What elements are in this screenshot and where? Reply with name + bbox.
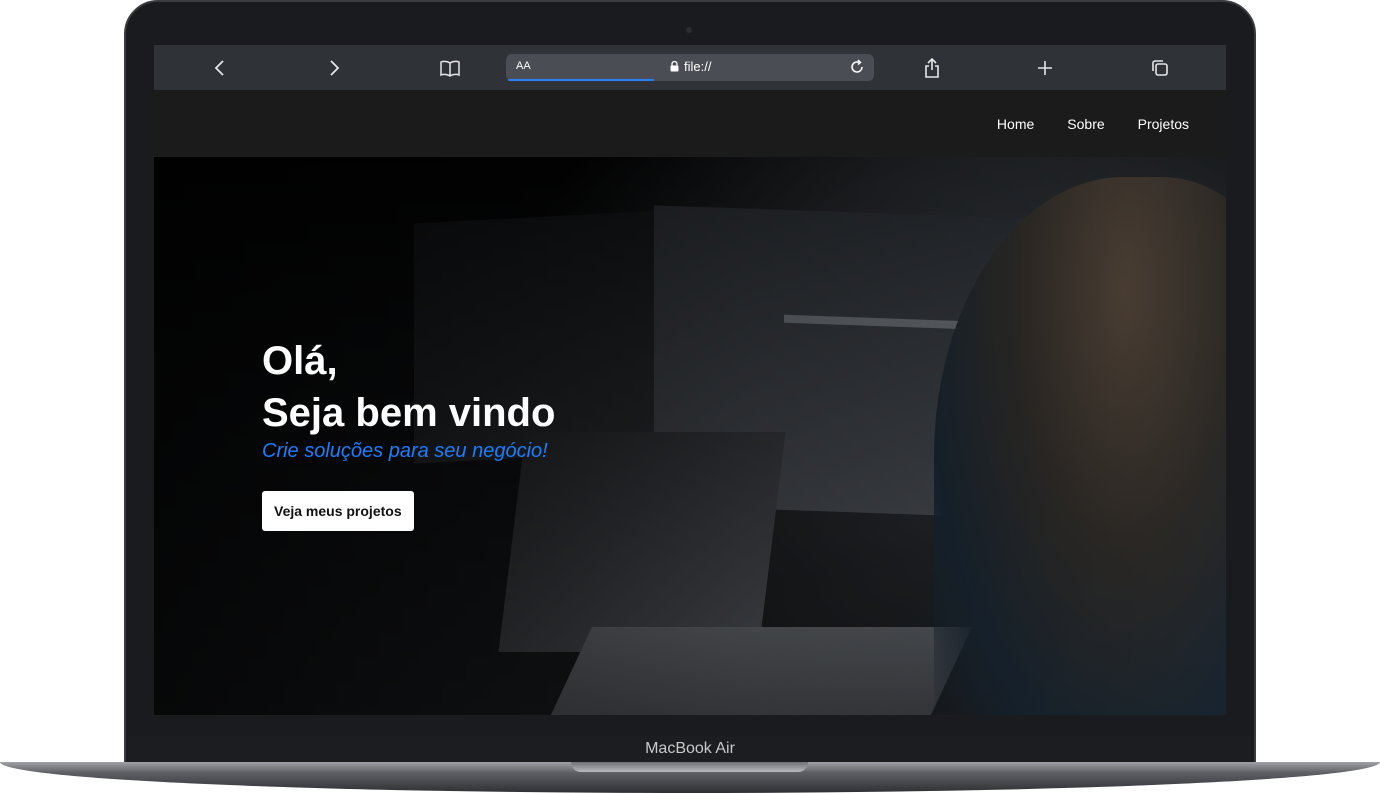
tabs-icon[interactable] <box>1146 54 1174 82</box>
url-text: file:// <box>684 59 712 74</box>
nav-item-projetos[interactable]: Projetos <box>1138 116 1189 132</box>
forward-icon[interactable] <box>320 54 348 82</box>
address-bar[interactable]: AA file:// <box>506 54 874 81</box>
view-projects-button[interactable]: Veja meus projetos <box>262 491 414 531</box>
macbook-mockup: AA file:// Home Sobre Projetos Olá, Seja… <box>0 0 1380 793</box>
url-display[interactable]: file:// <box>670 59 711 74</box>
hero-section: Olá, Seja bem vindo Crie soluções para s… <box>154 157 1226 715</box>
nav-item-home[interactable]: Home <box>997 116 1034 132</box>
bookmarks-icon[interactable] <box>436 54 464 82</box>
share-icon[interactable] <box>918 54 946 82</box>
hero-content: Olá, Seja bem vindo Crie soluções para s… <box>262 335 555 531</box>
hero-title: Seja bem vindo <box>262 391 556 435</box>
camera-icon <box>686 27 692 33</box>
nav-links: Home Sobre Projetos <box>997 116 1189 132</box>
browser-toolbar: AA file:// <box>154 45 1226 90</box>
page-load-progress <box>508 79 654 81</box>
screen: AA file:// Home Sobre Projetos Olá, Seja… <box>154 45 1226 715</box>
reload-icon[interactable] <box>848 58 866 76</box>
site-navbar: Home Sobre Projetos <box>154 90 1226 157</box>
nav-item-sobre[interactable]: Sobre <box>1067 116 1104 132</box>
device-label: MacBook Air <box>645 740 735 757</box>
new-tab-icon[interactable] <box>1031 54 1059 82</box>
text-size-button[interactable]: AA <box>516 60 531 72</box>
lock-icon <box>670 61 679 72</box>
laptop-notch <box>571 762 808 772</box>
back-icon[interactable] <box>206 54 234 82</box>
hero-greeting: Olá, <box>262 339 338 383</box>
hero-subtitle: Crie soluções para seu negócio! <box>262 440 548 462</box>
